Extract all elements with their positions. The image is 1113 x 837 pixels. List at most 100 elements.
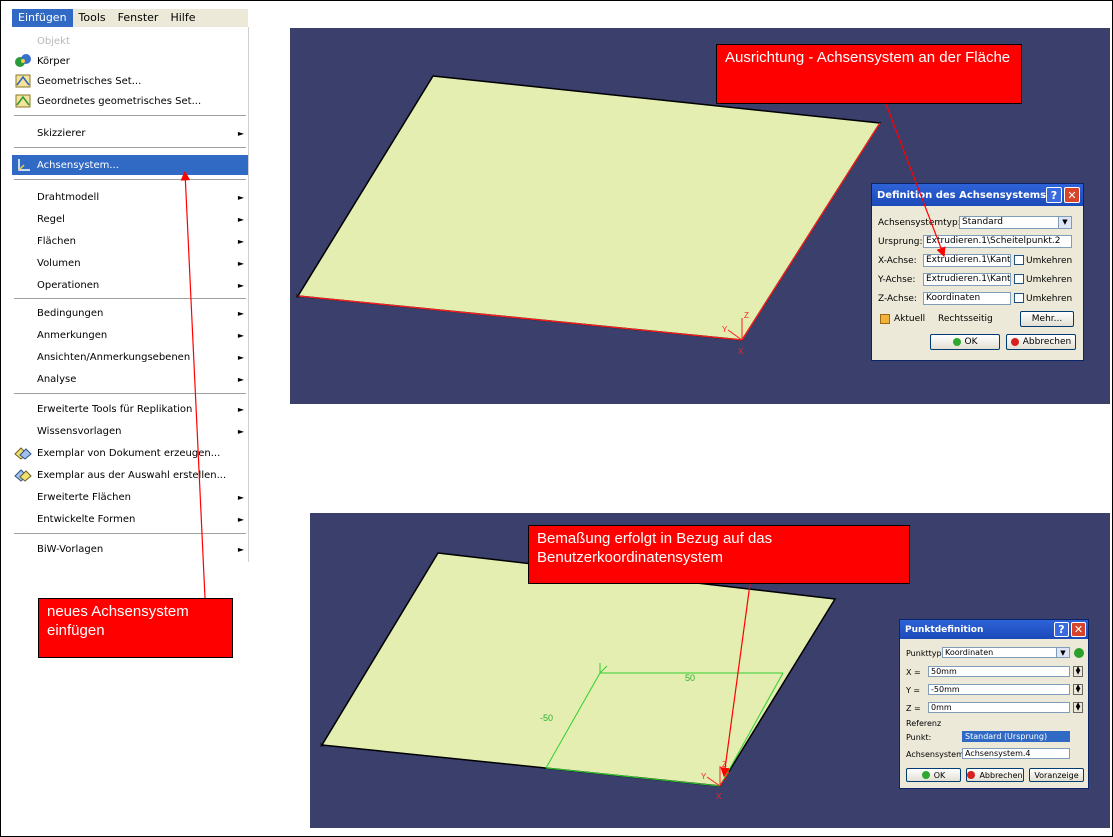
menu-separator [14, 393, 246, 394]
dialog-title: Definition des Achsensystems [877, 189, 1047, 201]
menu-item-biw-vorlagen[interactable]: BiW-Vorlagen ► [12, 539, 248, 559]
x-invert-label: Umkehren [1026, 256, 1073, 266]
menu-item-objekt: Objekt [37, 35, 70, 47]
submenu-arrow-icon: ► [237, 128, 244, 138]
menu-item-koerper[interactable]: Körper [12, 51, 248, 71]
z-axis-field[interactable]: Koordinaten [923, 292, 1011, 305]
cancel-button[interactable]: Abbrechen [1006, 334, 1076, 350]
point-definition-dialog: Punktdefinition ? ✕ Punkttyp: Koordinate… [899, 619, 1089, 789]
axis-type-label: Achsensystemtyp: [878, 218, 961, 228]
menu-tools[interactable]: Tools [73, 9, 112, 27]
submenu-arrow-icon: ► [237, 214, 244, 224]
menu-fenster[interactable]: Fenster [112, 9, 165, 27]
x-invert-checkbox[interactable] [1014, 255, 1024, 265]
instantiate-document-icon [14, 447, 32, 460]
menu-item-skizzierer[interactable]: Skizzierer ► [12, 123, 248, 143]
x-axis-field[interactable]: Extrudieren.1\Kante [923, 254, 1011, 267]
right-handed-label: Rechtsseitig [938, 314, 993, 324]
point-type-combo[interactable]: Koordinaten ▼ [942, 647, 1070, 658]
submenu-arrow-icon: ► [237, 544, 244, 554]
dialog-titlebar: Definition des Achsensystems ? ✕ [872, 184, 1083, 206]
reference-axis-field[interactable]: Achsensystem.4 [962, 748, 1070, 759]
menu-item-achsensystem[interactable]: Achsensystem... [12, 155, 248, 175]
point-type-label: Punkttyp: [906, 648, 945, 658]
menu-separator [14, 179, 246, 180]
menu-item-analyse[interactable]: Analyse ► [12, 369, 248, 389]
menu-item-anmerkungen[interactable]: Anmerkungen ► [12, 325, 248, 345]
menu-item-operationen[interactable]: Operationen ► [12, 275, 248, 295]
callout-axis-orientation: Ausrichtung - Achsensystem an der Fläche [716, 44, 1022, 104]
menu-einfuegen[interactable]: Einfügen [12, 9, 73, 27]
z-coord-field[interactable]: 0mm [928, 702, 1070, 713]
chevron-down-icon[interactable]: ▼ [1056, 648, 1069, 657]
menu-item-volumen[interactable]: Volumen ► [12, 253, 248, 273]
reference-axis-label: Achsensystem: [906, 749, 967, 759]
menu-item-exemplar-auswahl[interactable]: Exemplar aus der Auswahl erstellen... [12, 465, 248, 485]
submenu-arrow-icon: ► [237, 236, 244, 246]
menu-separator [14, 147, 246, 148]
ok-button[interactable]: OK [930, 334, 1000, 350]
menu-item-geometrisches-set[interactable]: Geometrisches Set... [12, 71, 248, 91]
menu-item-wissensvorlagen[interactable]: Wissensvorlagen ► [12, 421, 248, 441]
surface-plane [296, 75, 882, 341]
help-icon[interactable]: ? [1046, 187, 1062, 203]
chevron-down-icon[interactable]: ▼ [1058, 217, 1071, 228]
cancel-icon [967, 771, 976, 779]
axis-type-combo[interactable]: Standard ▼ [959, 216, 1072, 229]
axis-label-y: Y [701, 772, 707, 781]
menu-item-entwickelte-formen[interactable]: Entwickelte Formen ► [12, 509, 248, 529]
vertex-marker: × [319, 740, 324, 750]
y-spinner[interactable]: ▲ ▼ [1073, 684, 1083, 695]
axis-label-z: Z [744, 311, 749, 320]
z-coord-label: Z = [906, 703, 921, 713]
reference-point-field[interactable]: Standard (Ursprung) [962, 731, 1070, 742]
axis-system-icon [18, 159, 30, 171]
menu-item-ansichten[interactable]: Ansichten/Anmerkungsebenen ► [12, 347, 248, 367]
submenu-arrow-icon: ► [237, 426, 244, 436]
z-invert-checkbox[interactable] [1014, 293, 1024, 303]
current-checkbox[interactable] [880, 314, 890, 324]
more-button[interactable]: Mehr... [1020, 311, 1074, 327]
menu-separator [14, 115, 246, 116]
y-axis-field[interactable]: Extrudieren.1\Kante [923, 273, 1011, 286]
menu-item-regel[interactable]: Regel ► [12, 209, 248, 229]
submenu-arrow-icon: ► [237, 514, 244, 524]
cancel-button[interactable]: Abbrechen [966, 768, 1024, 782]
axis-label-x: X [716, 792, 722, 801]
origin-field[interactable]: Extrudieren.1\Scheitelpunkt.2 [923, 235, 1072, 248]
menu-item-bedingungen[interactable]: Bedingungen ► [12, 303, 248, 323]
help-icon[interactable]: ? [1054, 622, 1069, 637]
submenu-arrow-icon: ► [237, 404, 244, 414]
menu-item-drahtmodell[interactable]: Drahtmodell ► [12, 187, 248, 207]
submenu-arrow-icon: ► [237, 330, 244, 340]
reference-point-label: Punkt: [906, 732, 932, 742]
y-coord-field[interactable]: -50mm [928, 684, 1070, 695]
preview-button[interactable]: Voranzeige [1029, 768, 1084, 782]
close-icon[interactable]: ✕ [1064, 187, 1080, 203]
y-coord-label: Y = [906, 685, 921, 695]
x-axis-label: X-Achse: [878, 256, 917, 266]
callout-dimensioning: Bemaßung erfolgt in Bezug auf das Benutz… [528, 525, 910, 584]
submenu-arrow-icon: ► [237, 258, 244, 268]
ok-button[interactable]: OK [906, 768, 961, 782]
close-icon[interactable]: ✕ [1071, 622, 1086, 637]
menu-item-erweiterte-tools[interactable]: Erweiterte Tools für Replikation ► [12, 399, 248, 419]
menu-hilfe[interactable]: Hilfe [164, 9, 201, 27]
z-invert-label: Umkehren [1026, 294, 1073, 304]
point-type-lock-icon[interactable] [1073, 646, 1086, 659]
dimension-y-label: -50 [540, 713, 553, 723]
geometrical-set-icon [15, 74, 31, 88]
z-spinner[interactable]: ▲ ▼ [1073, 702, 1083, 713]
menu-item-erweiterte-flaechen[interactable]: Erweiterte Flächen ► [12, 487, 248, 507]
x-spinner[interactable]: ▲ ▼ [1073, 666, 1083, 677]
body-icon [15, 54, 31, 67]
menu-item-geordnetes-geometrisches-set[interactable]: Geordnetes geometrisches Set... [12, 91, 248, 111]
ok-icon [952, 338, 961, 346]
menu-item-flaechen[interactable]: Flächen ► [12, 231, 248, 251]
x-coord-field[interactable]: 50mm [928, 666, 1070, 677]
y-invert-checkbox[interactable] [1014, 274, 1024, 284]
axis-label-y: Y [722, 325, 728, 334]
menu-item-exemplar-dokument[interactable]: Exemplar von Dokument erzeugen... [12, 443, 248, 463]
reference-group-label: Referenz [906, 718, 942, 728]
menu-separator [14, 298, 246, 299]
